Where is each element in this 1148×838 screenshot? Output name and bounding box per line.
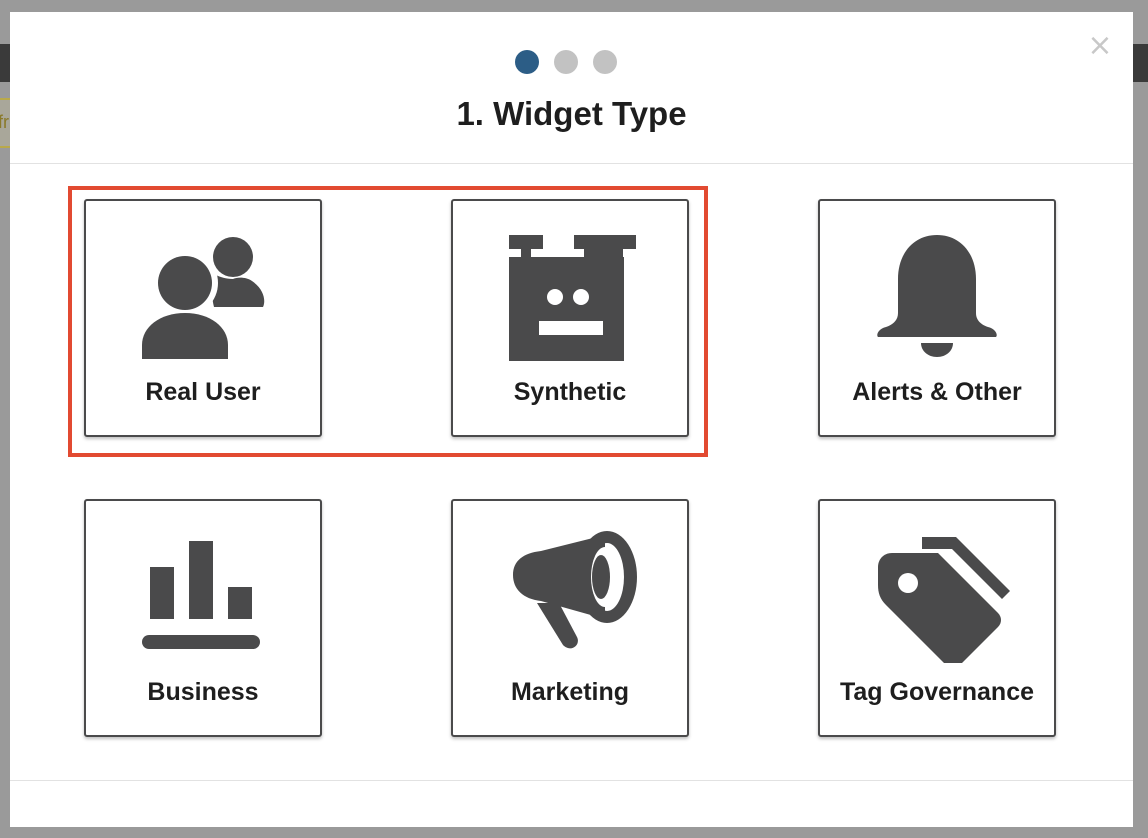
- bell-icon: [877, 235, 997, 357]
- close-icon[interactable]: ×: [1086, 31, 1114, 61]
- tile-label: Alerts & Other: [852, 378, 1022, 406]
- background-fragment: fr: [0, 98, 10, 148]
- tile-marketing[interactable]: Marketing: [451, 499, 689, 737]
- step-dot-3: [593, 50, 617, 74]
- tile-label: Tag Governance: [839, 678, 1035, 706]
- bar-chart-icon: [142, 541, 260, 649]
- header-divider: [10, 163, 1133, 164]
- tile-label: Business: [147, 678, 259, 706]
- widget-type-modal: × 1. Widget Type Real User Synthetic Ale…: [10, 12, 1133, 827]
- tile-real-user[interactable]: Real User: [84, 199, 322, 437]
- tile-synthetic[interactable]: Synthetic: [451, 199, 689, 437]
- tags-icon: [878, 537, 1010, 663]
- megaphone-icon: [513, 531, 637, 649]
- tile-label: Synthetic: [513, 378, 627, 406]
- robot-icon: [509, 235, 636, 361]
- step-dot-1: [515, 50, 539, 74]
- modal-title: 1. Widget Type: [456, 95, 687, 132]
- tile-alerts-other[interactable]: Alerts & Other: [818, 199, 1056, 437]
- tile-label: Marketing: [510, 678, 630, 706]
- tile-tag-governance[interactable]: Tag Governance: [818, 499, 1056, 737]
- step-dot-2: [554, 50, 578, 74]
- background-fragment-text: fr: [0, 112, 9, 132]
- tile-label: Real User: [145, 378, 261, 406]
- step-indicator: [515, 50, 617, 74]
- users-icon: [136, 237, 265, 359]
- footer-divider: [10, 780, 1133, 781]
- tile-business[interactable]: Business: [84, 499, 322, 737]
